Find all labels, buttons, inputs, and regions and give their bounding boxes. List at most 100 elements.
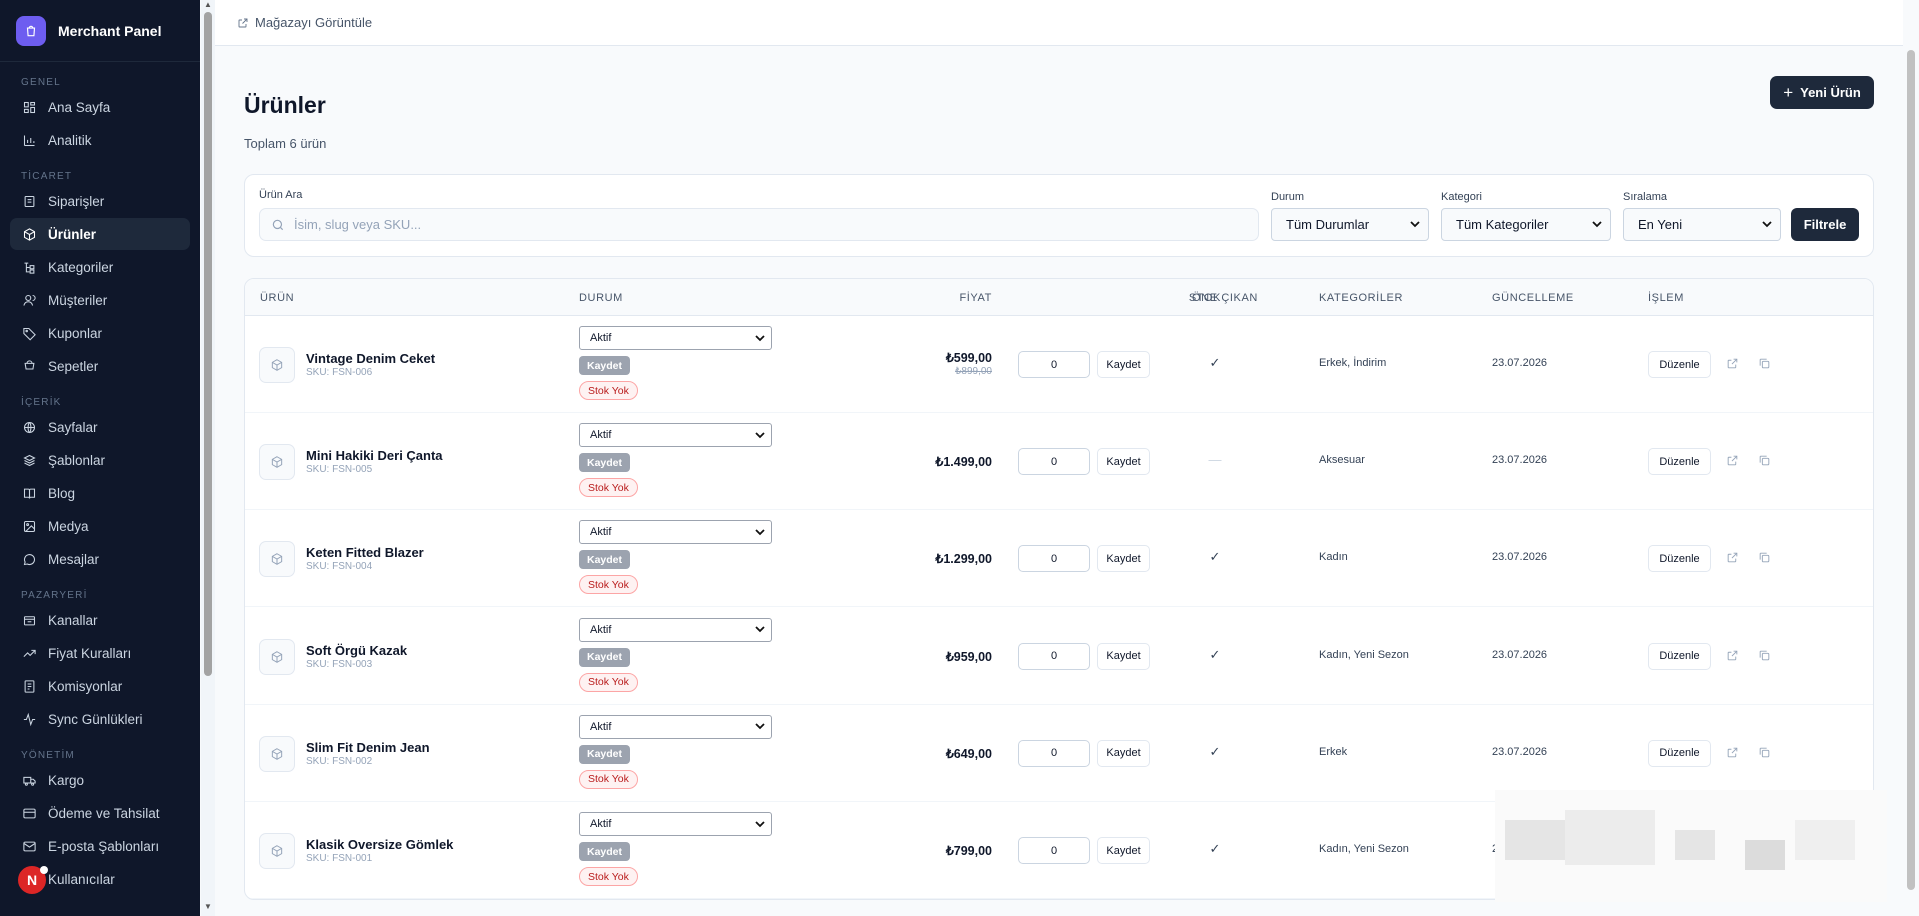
status-save-button[interactable]: Kaydet	[579, 842, 631, 861]
status-select[interactable]: Aktif	[579, 714, 772, 739]
store-icon	[21, 612, 37, 628]
status-save-button[interactable]: Kaydet	[579, 744, 631, 764]
new-product-button[interactable]: + Yeni Ürün	[1770, 76, 1874, 109]
product-name[interactable]: Vintage Denim Ceket	[306, 351, 435, 366]
sidebar-item-label: Kargo	[48, 772, 85, 788]
sort-select[interactable]: En Yeni	[1623, 208, 1781, 241]
stock-input[interactable]	[1018, 739, 1090, 767]
product-name[interactable]: Mini Hakiki Deri Çanta	[306, 448, 443, 463]
main-scrollbar-thumb[interactable]	[1907, 50, 1915, 890]
sidebar-item-şablonlar[interactable]: Şablonlar	[10, 444, 190, 476]
status-save-button[interactable]: Kaydet	[579, 550, 631, 570]
sidebar-item-komisyonlar[interactable]: Komisyonlar	[10, 670, 190, 702]
sidebar-item-e-posta-şablonları[interactable]: E-posta Şablonları	[10, 830, 190, 862]
view-store-link[interactable]: Mağazayı Görüntüle	[237, 15, 372, 30]
product-name[interactable]: Soft Örgü Kazak	[306, 643, 407, 658]
external-link-icon[interactable]	[1726, 551, 1740, 565]
external-link-icon[interactable]	[1726, 746, 1740, 760]
sidebar-item-kuponlar[interactable]: Kuponlar	[10, 317, 190, 349]
stock-save-button[interactable]: Kaydet	[1097, 545, 1150, 573]
sidebar-scrollbar-thumb[interactable]	[204, 12, 212, 676]
external-link-icon[interactable]	[1726, 649, 1740, 663]
status-select[interactable]: Aktif	[579, 326, 772, 350]
stock-input[interactable]	[1018, 837, 1090, 864]
external-link-icon[interactable]	[1726, 454, 1740, 468]
sidebar-item-sayfalar[interactable]: Sayfalar	[10, 411, 190, 443]
col-featured: ÖNE ÇIKAN	[1192, 292, 1258, 304]
copy-icon[interactable]	[1758, 454, 1772, 468]
edit-button[interactable]: Düzenle	[1648, 448, 1711, 476]
stock-save-button[interactable]: Kaydet	[1097, 739, 1150, 767]
scroll-up-arrow-icon[interactable]: ▲	[204, 0, 212, 9]
sidebar-item-ana-sayfa[interactable]: Ana Sayfa	[10, 91, 190, 123]
stock-input[interactable]	[1018, 642, 1090, 670]
stock-input[interactable]	[1018, 351, 1090, 378]
copy-icon[interactable]	[1758, 746, 1772, 760]
sidebar-scrollbar[interactable]: ▲ ▼	[201, 0, 215, 916]
stock-save-button[interactable]: Kaydet	[1097, 642, 1150, 670]
stock-save-button[interactable]: Kaydet	[1097, 351, 1150, 378]
category-filter-select[interactable]: Tüm Kategoriler	[1441, 208, 1611, 241]
table-row: Slim Fit Denim Jean SKU: FSN-002 Aktif Kayd…	[245, 705, 1873, 802]
product-name[interactable]: Klasik Oversize Gömlek	[306, 837, 453, 852]
search-field[interactable]	[259, 208, 1259, 241]
stock-input[interactable]	[1018, 448, 1090, 476]
col-product: ÜRÜN	[260, 292, 295, 304]
sidebar-item-label: Ana Sayfa	[48, 99, 111, 115]
sidebar-item-label: Medya	[48, 518, 89, 534]
product-price: ₺649,00	[945, 746, 992, 761]
status-save-button[interactable]: Kaydet	[579, 647, 631, 667]
scroll-down-arrow-icon[interactable]: ▼	[204, 902, 212, 911]
status-select[interactable]: Aktif	[579, 520, 772, 545]
out-of-stock-badge: Stok Yok	[579, 381, 638, 400]
status-select[interactable]: Aktif	[579, 617, 772, 642]
status-select[interactable]: Aktif	[579, 423, 772, 448]
brand[interactable]: Merchant Panel	[0, 0, 200, 62]
sidebar-item-label: Sync Günlükleri	[48, 711, 143, 727]
sidebar-item-sepetler[interactable]: Sepetler	[10, 350, 190, 382]
status-filter-select[interactable]: Tüm Durumlar	[1271, 208, 1429, 241]
sidebar-item-kargo[interactable]: Kargo	[10, 764, 190, 796]
product-sku: SKU: FSN-001	[306, 853, 373, 864]
stock-input[interactable]	[1018, 545, 1090, 573]
main-scrollbar[interactable]	[1903, 46, 1919, 916]
status-save-button[interactable]: Kaydet	[579, 356, 631, 375]
edit-button[interactable]: Düzenle	[1648, 642, 1711, 670]
product-name[interactable]: Slim Fit Denim Jean	[306, 740, 430, 755]
status-save-button[interactable]: Kaydet	[579, 453, 631, 473]
featured-indicator: ✓	[1209, 841, 1221, 856]
sidebar-item-mesajlar[interactable]: Mesajlar	[10, 543, 190, 575]
sidebar-item-sync-günlükleri[interactable]: Sync Günlükleri	[10, 703, 190, 735]
sidebar-item-analitik[interactable]: Analitik	[10, 124, 190, 156]
sidebar-item-siparişler[interactable]: Siparişler	[10, 185, 190, 217]
status-select[interactable]: Aktif	[579, 812, 772, 836]
chevron-down-icon	[755, 723, 765, 730]
copy-icon[interactable]	[1758, 649, 1772, 663]
sidebar-item-medya[interactable]: Medya	[10, 510, 190, 542]
stock-save-button[interactable]: Kaydet	[1097, 837, 1150, 864]
sidebar-item-blog[interactable]: Blog	[10, 477, 190, 509]
sidebar-item-ürünler[interactable]: Ürünler	[10, 218, 190, 250]
orders-icon	[21, 193, 37, 209]
stock-save-button[interactable]: Kaydet	[1097, 448, 1150, 476]
edit-button[interactable]: Düzenle	[1648, 351, 1711, 378]
copy-icon[interactable]	[1758, 551, 1772, 565]
filter-button[interactable]: Filtrele	[1791, 208, 1859, 241]
sidebar-item-kanallar[interactable]: Kanallar	[10, 604, 190, 636]
sidebar-item-fiyat-kuralları[interactable]: Fiyat Kuralları	[10, 637, 190, 669]
out-of-stock-badge: Stok Yok	[579, 769, 638, 789]
copy-icon[interactable]	[1758, 357, 1772, 371]
edit-button[interactable]: Düzenle	[1648, 739, 1711, 767]
sidebar-item-kategoriler[interactable]: Kategoriler	[10, 251, 190, 283]
product-price: ₺599,00	[945, 351, 992, 365]
sidebar-item-müşteriler[interactable]: Müşteriler	[10, 284, 190, 316]
featured-indicator: ✓	[1209, 646, 1221, 662]
brand-name: Merchant Panel	[58, 22, 162, 39]
external-link-icon[interactable]	[1726, 357, 1740, 371]
search-input[interactable]	[294, 217, 1194, 232]
sidebar-item-ödeme-ve-tahsilat[interactable]: Ödeme ve Tahsilat	[10, 797, 190, 829]
product-categories: Kadın, Yeni Sezon	[1319, 648, 1409, 661]
table-row: Mini Hakiki Deri Çanta SKU: FSN-005 Aktif K…	[245, 413, 1873, 511]
product-name[interactable]: Keten Fitted Blazer	[306, 545, 424, 560]
edit-button[interactable]: Düzenle	[1648, 545, 1711, 573]
